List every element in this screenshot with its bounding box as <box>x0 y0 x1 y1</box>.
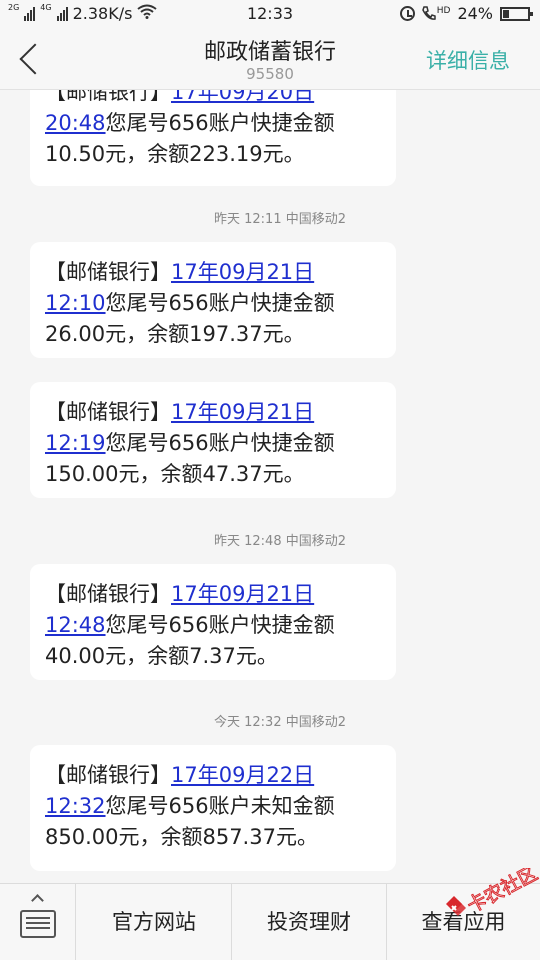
message-text: 40.00元，余额7.37元。 <box>45 644 278 668</box>
message-bubble[interactable]: 【邮储银行】17年09月20日 20:48您尾号656账户快捷金额 10.50元… <box>30 90 396 186</box>
message-list[interactable]: 【邮储银行】17年09月20日 20:48您尾号656账户快捷金额 10.50元… <box>0 90 540 883</box>
message-text: 您尾号656账户快捷金额 <box>105 431 335 455</box>
message-text: 850.00元，余额857.37元。 <box>45 825 318 849</box>
message-text: 10.50元，余额223.19元。 <box>45 142 305 166</box>
message-date-link[interactable]: 17年09月21日 <box>171 582 314 606</box>
message-bubble[interactable]: 【邮储银行】17年09月21日 12:19您尾号656账户快捷金额 150.00… <box>30 382 396 498</box>
message-text: 26.00元，余额197.37元。 <box>45 322 305 346</box>
message-prefix: 【邮储银行】 <box>45 763 171 787</box>
hd-call-icon: HD <box>421 6 451 21</box>
message-time-link[interactable]: 12:48 <box>45 613 106 637</box>
battery-level: 24% <box>457 4 493 23</box>
message-date-link[interactable]: 17年09月22日 <box>171 763 314 787</box>
status-right: HD 24% <box>399 4 533 23</box>
message-text: 您尾号656账户快捷金额 <box>105 291 335 315</box>
watermark-logo: 卡农社区 <box>440 862 540 928</box>
message-text: 您尾号656账户未知金额 <box>105 794 335 818</box>
message-bubble[interactable]: 【邮储银行】17年09月22日 12:32您尾号656账户未知金额 850.00… <box>30 745 396 871</box>
message-prefix: 【邮储银行】 <box>45 260 171 284</box>
hd-label: HD <box>436 6 451 16</box>
menu-official-website[interactable]: 官方网站 <box>77 884 231 960</box>
details-button[interactable]: 详细信息 <box>426 45 510 75</box>
message-date-link[interactable]: 17年09月21日 <box>171 260 314 284</box>
message-time-link[interactable]: 12:10 <box>45 291 106 315</box>
message-time-link[interactable]: 12:32 <box>45 794 106 818</box>
keyboard-toggle-button[interactable] <box>0 884 76 960</box>
battery-icon <box>500 6 533 21</box>
message-prefix: 【邮储银行】 <box>45 400 171 424</box>
conversation-header: 邮政储蓄银行 95580 详细信息 <box>0 28 540 90</box>
message-meta: 今天 12:32 中国移动2 <box>214 715 346 730</box>
message-date-link[interactable]: 17年09月21日 <box>171 400 314 424</box>
watermark-text: 卡农社区 <box>464 868 540 917</box>
menu-investment[interactable]: 投资理财 <box>232 884 386 960</box>
message-text: 您尾号656账户快捷金额 <box>105 111 335 135</box>
message-time-link[interactable]: 20:48 <box>45 111 106 135</box>
message-date-link[interactable]: 17年09月20日 <box>171 90 314 104</box>
status-bar: 2G 4G 2.38K/s 12:33 HD 24% <box>0 0 540 28</box>
message-time-link[interactable]: 12:19 <box>45 431 106 455</box>
message-meta: 昨天 12:11 中国移动2 <box>214 212 346 227</box>
message-prefix: 【邮储银行】 <box>45 582 171 606</box>
keyboard-icon <box>20 910 56 938</box>
alarm-icon <box>399 6 415 21</box>
message-meta: 昨天 12:48 中国移动2 <box>214 534 346 549</box>
message-text: 您尾号656账户快捷金额 <box>105 613 335 637</box>
message-prefix: 【邮储银行】 <box>45 90 171 104</box>
caret-up-icon <box>31 894 44 907</box>
message-text: 150.00元，余额47.37元。 <box>45 462 305 486</box>
message-bubble[interactable]: 【邮储银行】17年09月21日 12:10您尾号656账户快捷金额 26.00元… <box>30 242 396 358</box>
message-bubble[interactable]: 【邮储银行】17年09月21日 12:48您尾号656账户快捷金额 40.00元… <box>30 564 396 680</box>
